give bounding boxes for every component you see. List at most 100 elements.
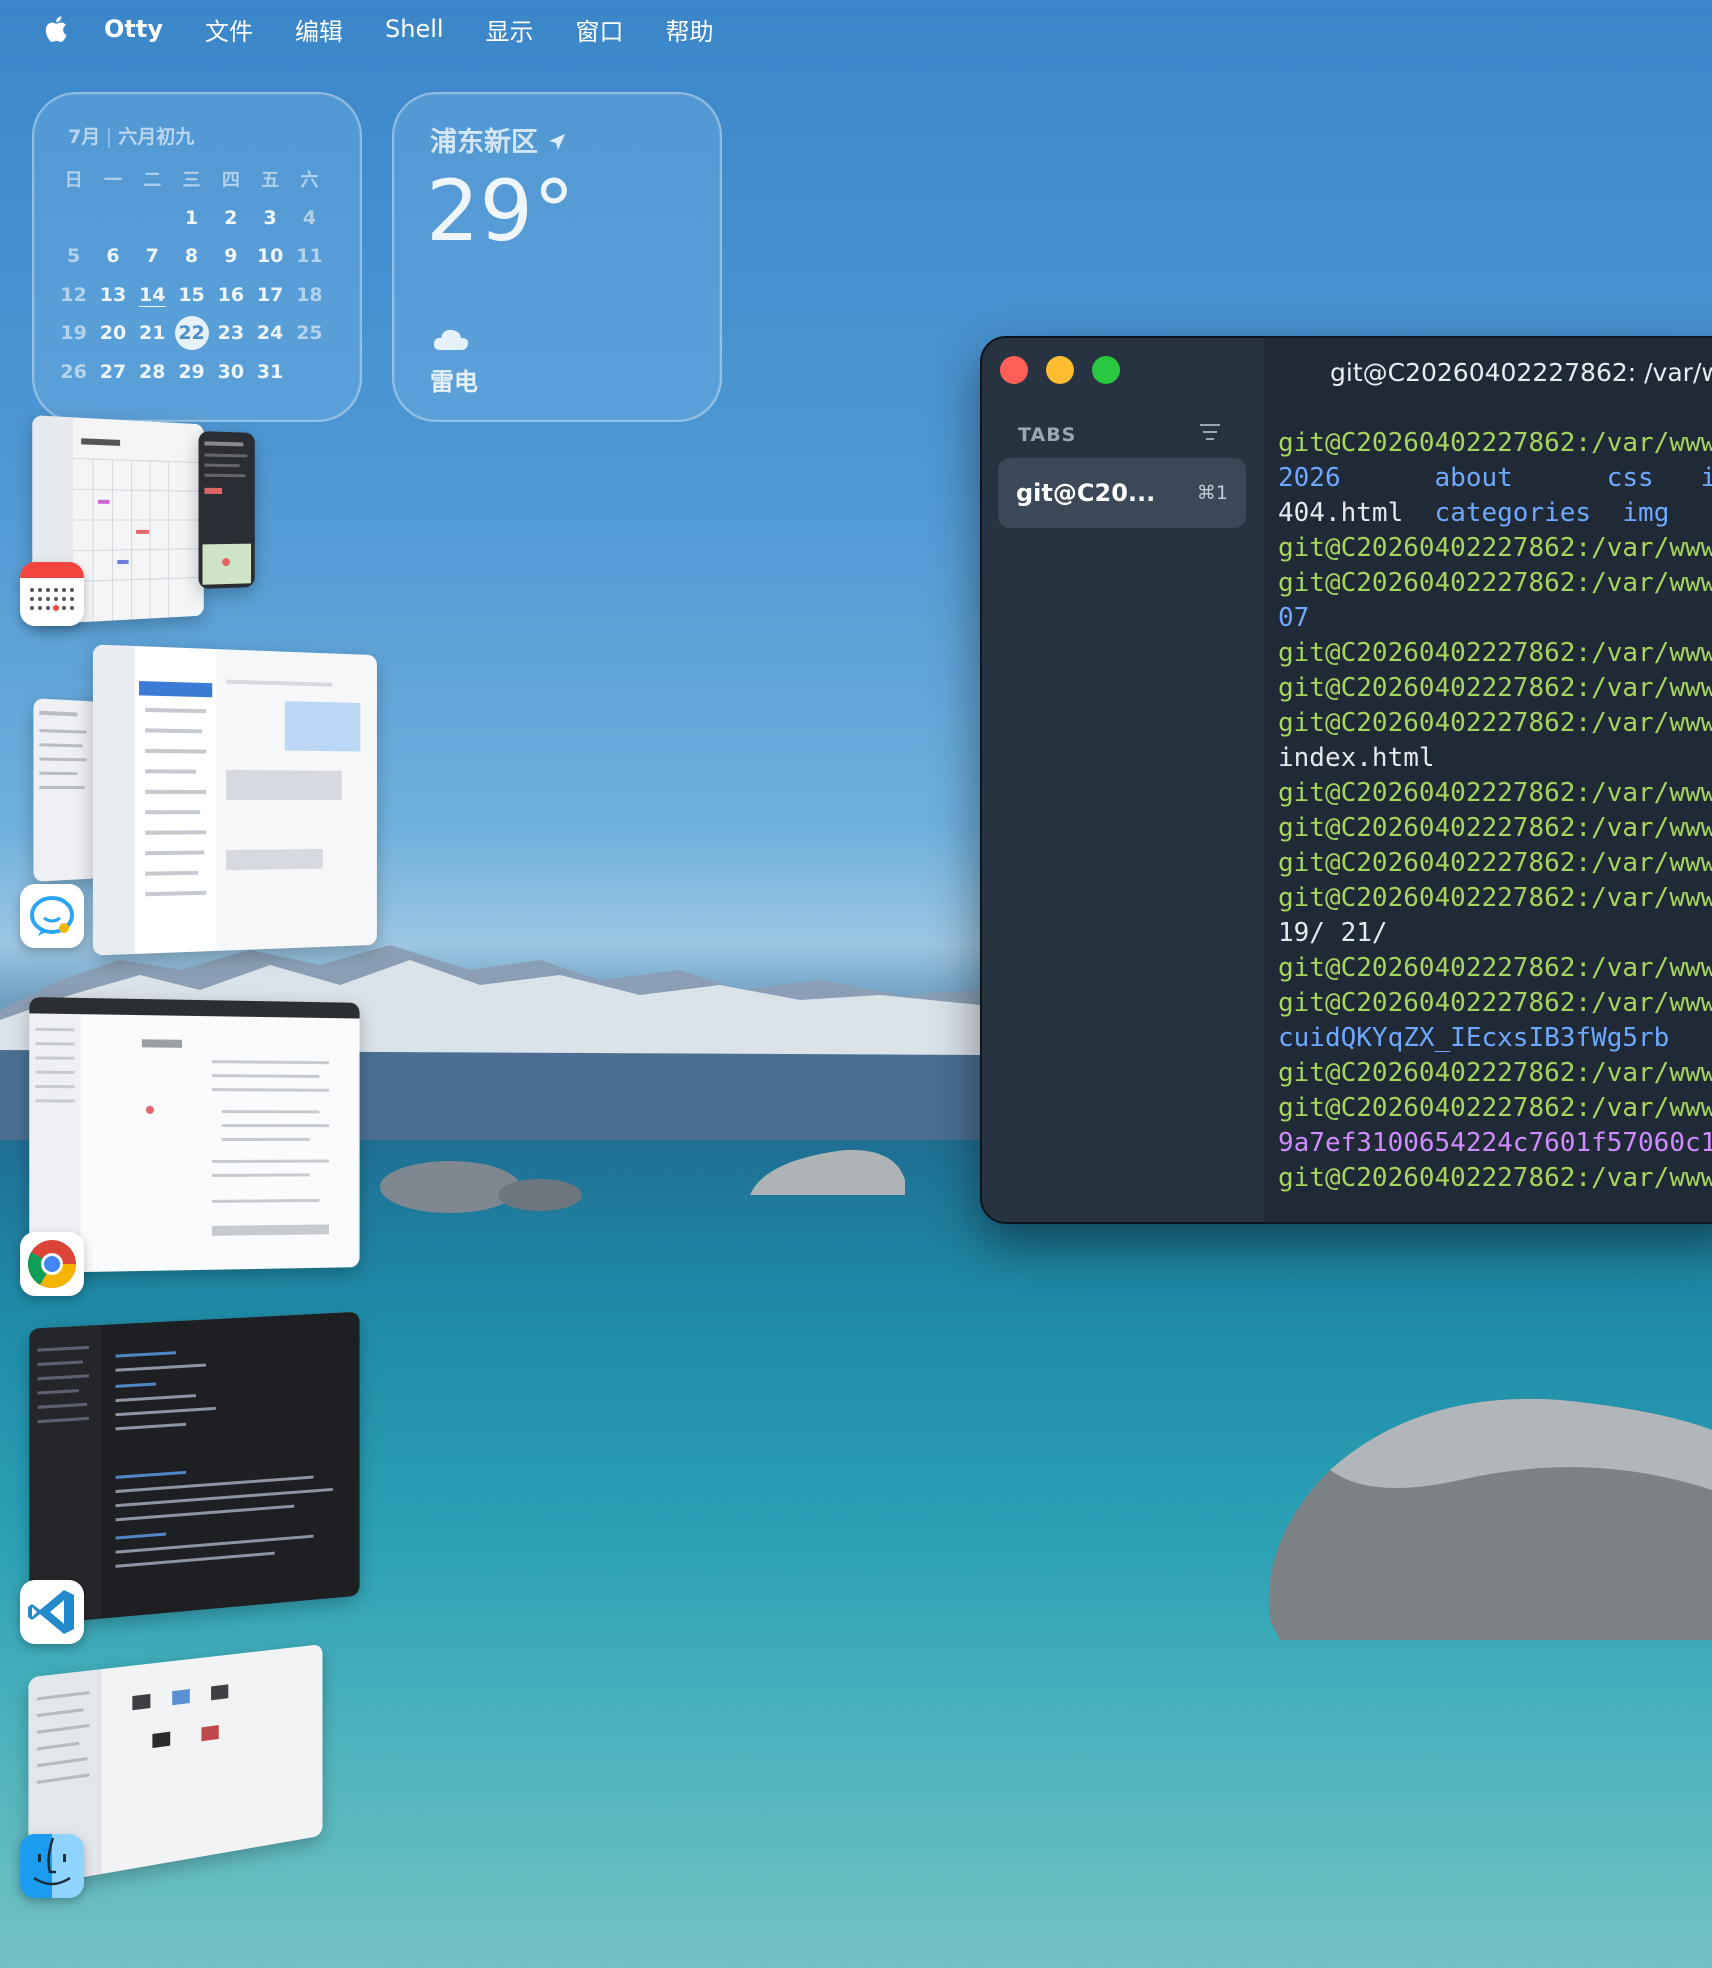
terminal-line: 404.html categories img j bbox=[1278, 496, 1712, 531]
weekday-label: 二 bbox=[133, 160, 172, 199]
calendar-day: 19 bbox=[54, 314, 93, 353]
calendar-day: 17 bbox=[250, 276, 289, 315]
vscode-logo-icon bbox=[20, 1580, 84, 1644]
calendar-day: 8 bbox=[172, 237, 211, 276]
calendar-day: 12 bbox=[54, 276, 93, 315]
calendar-day: 7 bbox=[133, 237, 172, 276]
terminal-line: 2026 about css i bbox=[1278, 461, 1712, 496]
terminal-line: 9a7ef3100654224c7601f57060c1 bbox=[1278, 1126, 1712, 1161]
calendar-day: 6 bbox=[93, 237, 132, 276]
chrome-app-icon[interactable] bbox=[20, 1232, 84, 1296]
weekday-label: 四 bbox=[211, 160, 250, 199]
minimize-window-button[interactable] bbox=[1046, 356, 1074, 384]
calendar-header: 7月 六月初九 bbox=[68, 122, 194, 149]
terminal-line: 07 bbox=[1278, 601, 1712, 636]
chrome-logo-icon bbox=[20, 1232, 84, 1296]
calendar-day: 14 bbox=[133, 276, 172, 315]
calendar-day: 18 bbox=[290, 276, 329, 315]
terminal-tab[interactable]: git@C20... ⌘1 bbox=[998, 458, 1246, 528]
calendar-widget[interactable]: 7月 六月初九 日 一 二 三 四 五 六 1 2 3 4 5 6 7 8 9 1… bbox=[32, 92, 362, 422]
calendar-day bbox=[133, 199, 172, 238]
calendar-day: 28 bbox=[133, 353, 172, 392]
stage-window-qq[interactable] bbox=[93, 644, 377, 955]
terminal-tab-name: git@C20... bbox=[1016, 479, 1155, 507]
terminal-line: git@C20260402227862:/var/www bbox=[1278, 636, 1712, 671]
menu-help[interactable]: 帮助 bbox=[666, 12, 714, 47]
vscode-window-preview bbox=[29, 1312, 359, 1625]
terminal-line: git@C20260402227862:/var/www bbox=[1278, 776, 1712, 811]
zoom-window-button[interactable] bbox=[1092, 356, 1120, 384]
vscode-app-icon[interactable] bbox=[20, 1580, 84, 1644]
calendar-day: 26 bbox=[54, 353, 93, 392]
weekday-label: 五 bbox=[250, 160, 289, 199]
calendar-day: 29 bbox=[172, 353, 211, 392]
location-arrow-icon bbox=[547, 132, 567, 152]
calendar-day: 23 bbox=[211, 314, 250, 353]
calendar-day bbox=[54, 199, 93, 238]
calendar-day: 13 bbox=[93, 276, 132, 315]
terminal-line: git@C20260402227862:/var/www bbox=[1278, 846, 1712, 881]
rock-middle bbox=[745, 1140, 915, 1200]
weather-widget[interactable]: 浦东新区 29° 雷电 bbox=[392, 92, 722, 422]
terminal-tabs-sidebar: TABS git@C20... ⌘1 bbox=[982, 338, 1264, 1222]
terminal-line: git@C20260402227862:/var/www bbox=[1278, 811, 1712, 846]
weather-condition: 雷电 bbox=[430, 362, 478, 397]
stage-window-vscode[interactable] bbox=[29, 1312, 359, 1625]
weekday-label: 一 bbox=[93, 160, 132, 199]
stage-window-qq-back[interactable] bbox=[33, 698, 99, 882]
terminal-line: cuidQKYqZX_IEcxsIB3fWg5rb bbox=[1278, 1021, 1712, 1056]
finder-app-icon[interactable] bbox=[20, 1834, 84, 1898]
cloud-icon bbox=[432, 326, 470, 352]
calendar-day: 16 bbox=[211, 276, 250, 315]
qq-chat-bubble-icon bbox=[20, 884, 84, 948]
terminal-line: git@C20260402227862:/var/www bbox=[1278, 1161, 1712, 1196]
calendar-grid-icon bbox=[20, 578, 84, 626]
calendar-day: 5 bbox=[54, 237, 93, 276]
qq-app-icon[interactable] bbox=[20, 884, 84, 948]
menu-shell[interactable]: Shell bbox=[385, 15, 444, 43]
weather-temperature: 29° bbox=[426, 162, 575, 260]
calendar-day: 2 bbox=[211, 199, 250, 238]
calendar-app-icon[interactable] bbox=[20, 562, 84, 626]
calendar-day: 1 bbox=[172, 199, 211, 238]
calendar-today: 22 bbox=[172, 314, 211, 353]
terminal-line: index.html bbox=[1278, 741, 1712, 776]
menu-app-name[interactable]: Otty bbox=[104, 15, 163, 43]
calendar-day: 20 bbox=[93, 314, 132, 353]
calendar-month: 7月 bbox=[68, 126, 100, 148]
terminal-window[interactable]: TABS git@C20... ⌘1 git@C20260402227862: … bbox=[980, 336, 1712, 1224]
terminal-tab-shortcut: ⌘1 bbox=[1197, 482, 1228, 504]
terminal-title: git@C20260402227862: /var/w bbox=[1330, 358, 1712, 387]
apple-logo-icon[interactable] bbox=[40, 14, 70, 44]
calendar-day: 11 bbox=[290, 237, 329, 276]
menu-bar: Otty 文件 编辑 Shell 显示 窗口 帮助 bbox=[0, 0, 1712, 58]
finder-face-icon bbox=[20, 1834, 84, 1898]
menu-edit[interactable]: 编辑 bbox=[295, 12, 343, 47]
weekday-label: 日 bbox=[54, 160, 93, 199]
qq-window-preview bbox=[93, 644, 377, 955]
menu-view[interactable]: 显示 bbox=[486, 12, 534, 47]
rock-small bbox=[370, 1145, 610, 1215]
terminal-output[interactable]: git@C20260402227862:/var/www 2026 about c… bbox=[1278, 426, 1712, 1196]
terminal-line: git@C20260402227862:/var/www bbox=[1278, 1056, 1712, 1091]
tabs-sort-icon[interactable] bbox=[1200, 424, 1220, 445]
terminal-line: git@C20260402227862:/var/www bbox=[1278, 1091, 1712, 1126]
terminal-line: git@C20260402227862:/var/www bbox=[1278, 426, 1712, 461]
weather-location-name: 浦东新区 bbox=[430, 127, 538, 158]
calendar-day: 21 bbox=[133, 314, 172, 353]
rock-large bbox=[1260, 1370, 1712, 1640]
weekday-label: 六 bbox=[290, 160, 329, 199]
calendar-day: 27 bbox=[93, 353, 132, 392]
terminal-line: git@C20260402227862:/var/www bbox=[1278, 951, 1712, 986]
close-window-button[interactable] bbox=[1000, 356, 1028, 384]
calendar-day: 30 bbox=[211, 353, 250, 392]
menu-file[interactable]: 文件 bbox=[205, 12, 253, 47]
calendar-day: 9 bbox=[211, 237, 250, 276]
terminal-line: git@C20260402227862:/var/www bbox=[1278, 881, 1712, 916]
weekday-label: 三 bbox=[172, 160, 211, 199]
stage-window-calendar-popup[interactable] bbox=[199, 431, 255, 589]
calendar-day: 31 bbox=[250, 353, 289, 392]
calendar-day: 24 bbox=[250, 314, 289, 353]
terminal-line: git@C20260402227862:/var/www bbox=[1278, 671, 1712, 706]
menu-window[interactable]: 窗口 bbox=[576, 12, 624, 47]
